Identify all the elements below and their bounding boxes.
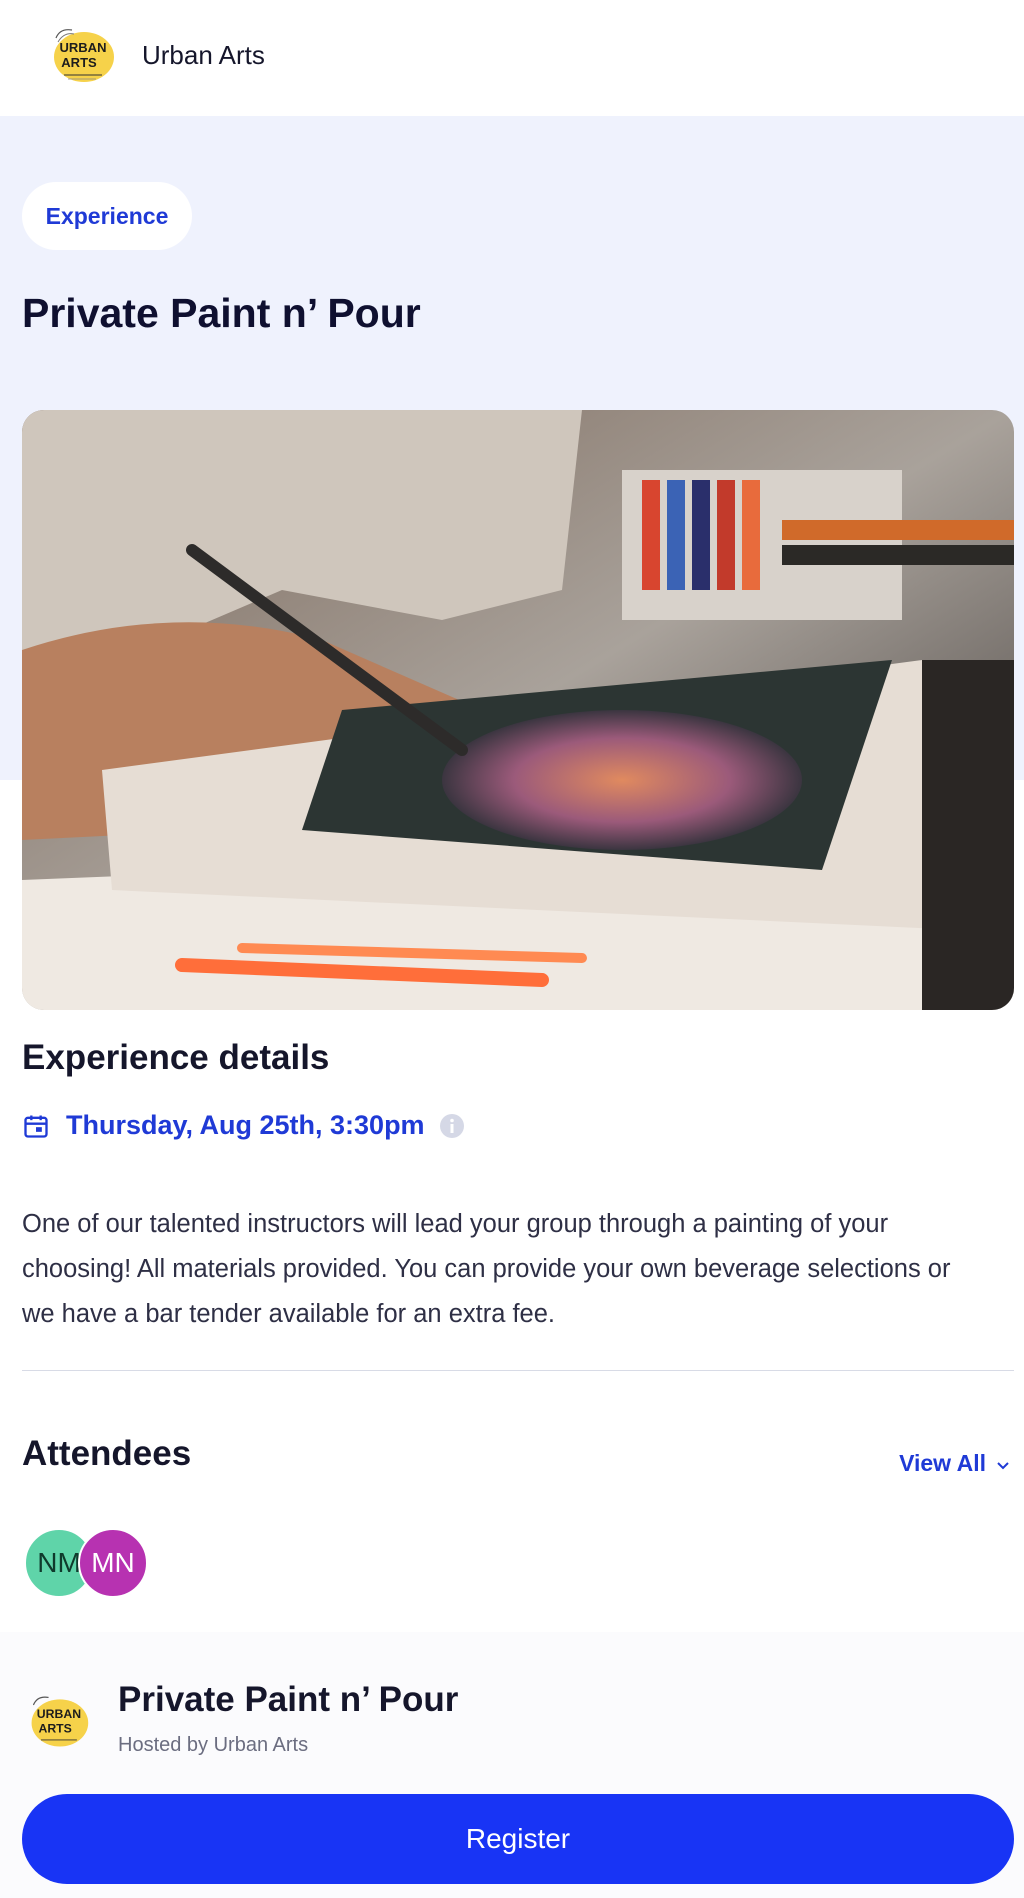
category-tag: Experience <box>22 182 192 250</box>
footer-title: Private Paint n’ Pour <box>118 1680 459 1719</box>
org-name[interactable]: Urban Arts <box>142 40 265 71</box>
event-photo <box>22 410 1014 1010</box>
calendar-icon <box>22 1112 50 1140</box>
svg-text:ARTS: ARTS <box>38 1721 71 1735</box>
host-label: Hosted by Urban Arts <box>118 1734 309 1756</box>
svg-text:URBAN: URBAN <box>60 40 107 55</box>
view-all-label: View All <box>899 1450 986 1476</box>
event-date-row: Thursday, Aug 25th, 3:30pm <box>22 1110 465 1141</box>
top-header: URBAN ARTS Urban Arts <box>0 0 1024 116</box>
divider <box>22 1370 1014 1371</box>
event-date: Thursday, Aug 25th, 3:30pm <box>66 1110 425 1140</box>
details-heading: Experience details <box>22 1038 330 1077</box>
host-logo: URBAN ARTS <box>24 1688 92 1756</box>
event-description: One of our talented instructors will lea… <box>22 1209 951 1328</box>
svg-text:URBAN: URBAN <box>37 1707 81 1721</box>
attendees-heading: Attendees <box>22 1434 192 1473</box>
urban-arts-logo[interactable]: URBAN ARTS <box>46 20 118 92</box>
info-icon[interactable] <box>439 1113 465 1139</box>
avatar[interactable]: MN <box>78 1528 148 1598</box>
register-button[interactable]: Register <box>22 1794 1014 1884</box>
svg-text:ARTS: ARTS <box>61 55 97 70</box>
page-title: Private Paint n’ Pour <box>22 290 421 336</box>
view-all-button[interactable]: View All <box>899 1450 1010 1477</box>
chevron-down-icon <box>986 1450 1010 1477</box>
